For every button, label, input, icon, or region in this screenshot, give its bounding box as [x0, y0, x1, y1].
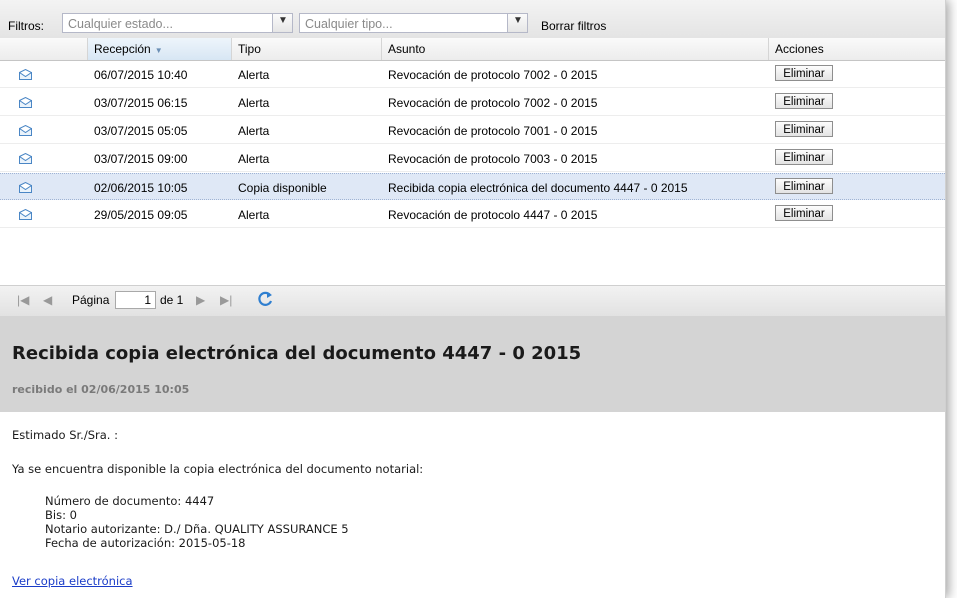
- table-row[interactable]: 06/07/2015 10:40 Alerta Revocación de prot…: [0, 61, 945, 88]
- envelope-icon: [19, 153, 32, 164]
- message-received-date: recibido el 02/06/2015 10:05: [12, 383, 190, 396]
- column-header-label: Tipo: [238, 42, 261, 56]
- filter-label: Filtros:: [8, 19, 44, 33]
- page-total-label: de 1: [160, 293, 184, 307]
- last-page-icon[interactable]: ▶|: [220, 293, 232, 307]
- status-filter-dropdown-trigger[interactable]: ▼: [272, 14, 292, 32]
- row-asunto: Revocación de protocolo 7002 - 0 2015: [388, 68, 598, 82]
- row-tipo: Alerta: [238, 152, 270, 166]
- row-asunto: Revocación de protocolo 7001 - 0 2015: [388, 124, 598, 138]
- row-fecha: 03/07/2015 05:05: [94, 124, 188, 138]
- document-date: Fecha de autorización: 2015-05-18: [45, 536, 246, 550]
- row-asunto: Recibida copia electrónica del documento…: [388, 181, 688, 195]
- clear-filters-button[interactable]: Borrar filtros: [541, 19, 606, 33]
- row-fecha: 03/07/2015 09:00: [94, 152, 188, 166]
- row-tipo: Copia disponible: [238, 181, 327, 195]
- status-filter-placeholder: Cualquier estado...: [68, 17, 173, 31]
- status-filter-select[interactable]: Cualquier estado... ▼: [62, 13, 293, 33]
- column-header-label: Asunto: [388, 42, 426, 56]
- envelope-icon: [19, 69, 32, 80]
- delete-button[interactable]: Eliminar: [775, 93, 833, 109]
- message-header: Recibida copia electrónica del documento…: [0, 316, 945, 412]
- next-page-icon[interactable]: ▶: [196, 293, 205, 307]
- filter-bar: Filtros: Cualquier estado... ▼ Cualquier…: [0, 0, 945, 39]
- type-filter-select[interactable]: Cualquier tipo... ▼: [299, 13, 528, 33]
- table-row[interactable]: 02/06/2015 10:05 Copia disponible Recibida…: [0, 173, 945, 200]
- envelope-icon: [19, 125, 32, 136]
- document-number: Número de documento: 4447: [45, 494, 215, 508]
- delete-button[interactable]: Eliminar: [775, 121, 833, 137]
- message-greeting: Estimado Sr./Sra. :: [12, 428, 118, 442]
- view-electronic-copy-link[interactable]: Ver copia electrónica: [12, 574, 133, 588]
- envelope-icon: [19, 209, 32, 220]
- row-tipo: Alerta: [238, 208, 270, 222]
- column-header-label: Recepción: [94, 42, 151, 56]
- prev-page-icon[interactable]: ◀: [43, 293, 52, 307]
- table-row[interactable]: 03/07/2015 05:05 Alerta Revocación de prot…: [0, 117, 945, 144]
- envelope-icon: [19, 97, 32, 108]
- column-header-recepcion[interactable]: Recepción ▼: [88, 38, 232, 60]
- column-header-acciones[interactable]: Acciones: [769, 38, 945, 60]
- chevron-down-icon: ▼: [278, 15, 288, 26]
- document-bis: Bis: 0: [45, 508, 77, 522]
- table-row[interactable]: 03/07/2015 09:00 Alerta Revocación de prot…: [0, 145, 945, 172]
- delete-button[interactable]: Eliminar: [775, 65, 833, 81]
- column-header-icon: [0, 38, 88, 60]
- type-filter-dropdown-trigger[interactable]: ▼: [507, 14, 527, 32]
- row-fecha: 29/05/2015 09:05: [94, 208, 188, 222]
- refresh-icon[interactable]: [256, 290, 274, 311]
- row-asunto: Revocación de protocolo 4447 - 0 2015: [388, 208, 598, 222]
- column-header-label: Acciones: [775, 42, 824, 56]
- chevron-down-icon: ▼: [513, 15, 523, 26]
- row-fecha: 02/06/2015 10:05: [94, 181, 188, 195]
- row-asunto: Revocación de protocolo 7002 - 0 2015: [388, 96, 598, 110]
- table-row[interactable]: 03/07/2015 06:15 Alerta Revocación de prot…: [0, 89, 945, 116]
- grid-header: Recepción ▼ Tipo Asunto Acciones: [0, 38, 945, 61]
- message-window: Filtros: Cualquier estado... ▼ Cualquier…: [0, 0, 946, 598]
- envelope-icon: [19, 182, 32, 193]
- column-header-asunto[interactable]: Asunto: [382, 38, 769, 60]
- page-label: Página: [72, 293, 110, 307]
- pagination-toolbar: |◀ ◀ Página 1 de 1 ▶ ▶|: [0, 285, 945, 317]
- document-notary: Notario autorizante: D./ Dña. QUALITY AS…: [45, 522, 349, 536]
- row-fecha: 06/07/2015 10:40: [94, 68, 188, 82]
- row-tipo: Alerta: [238, 68, 270, 82]
- first-page-icon[interactable]: |◀: [17, 293, 29, 307]
- row-fecha: 03/07/2015 06:15: [94, 96, 188, 110]
- delete-button[interactable]: Eliminar: [775, 178, 833, 194]
- row-tipo: Alerta: [238, 96, 270, 110]
- table-row[interactable]: 29/05/2015 09:05 Alerta Revocación de prot…: [0, 201, 945, 228]
- row-asunto: Revocación de protocolo 7003 - 0 2015: [388, 152, 598, 166]
- delete-button[interactable]: Eliminar: [775, 205, 833, 221]
- type-filter-placeholder: Cualquier tipo...: [305, 17, 393, 31]
- delete-button[interactable]: Eliminar: [775, 149, 833, 165]
- page-number-input[interactable]: 1: [115, 291, 156, 309]
- message-title: Recibida copia electrónica del documento…: [12, 343, 582, 364]
- message-intro: Ya se encuentra disponible la copia elec…: [12, 462, 424, 476]
- column-header-tipo[interactable]: Tipo: [232, 38, 382, 60]
- sort-desc-icon: ▼: [154, 46, 163, 55]
- row-tipo: Alerta: [238, 124, 270, 138]
